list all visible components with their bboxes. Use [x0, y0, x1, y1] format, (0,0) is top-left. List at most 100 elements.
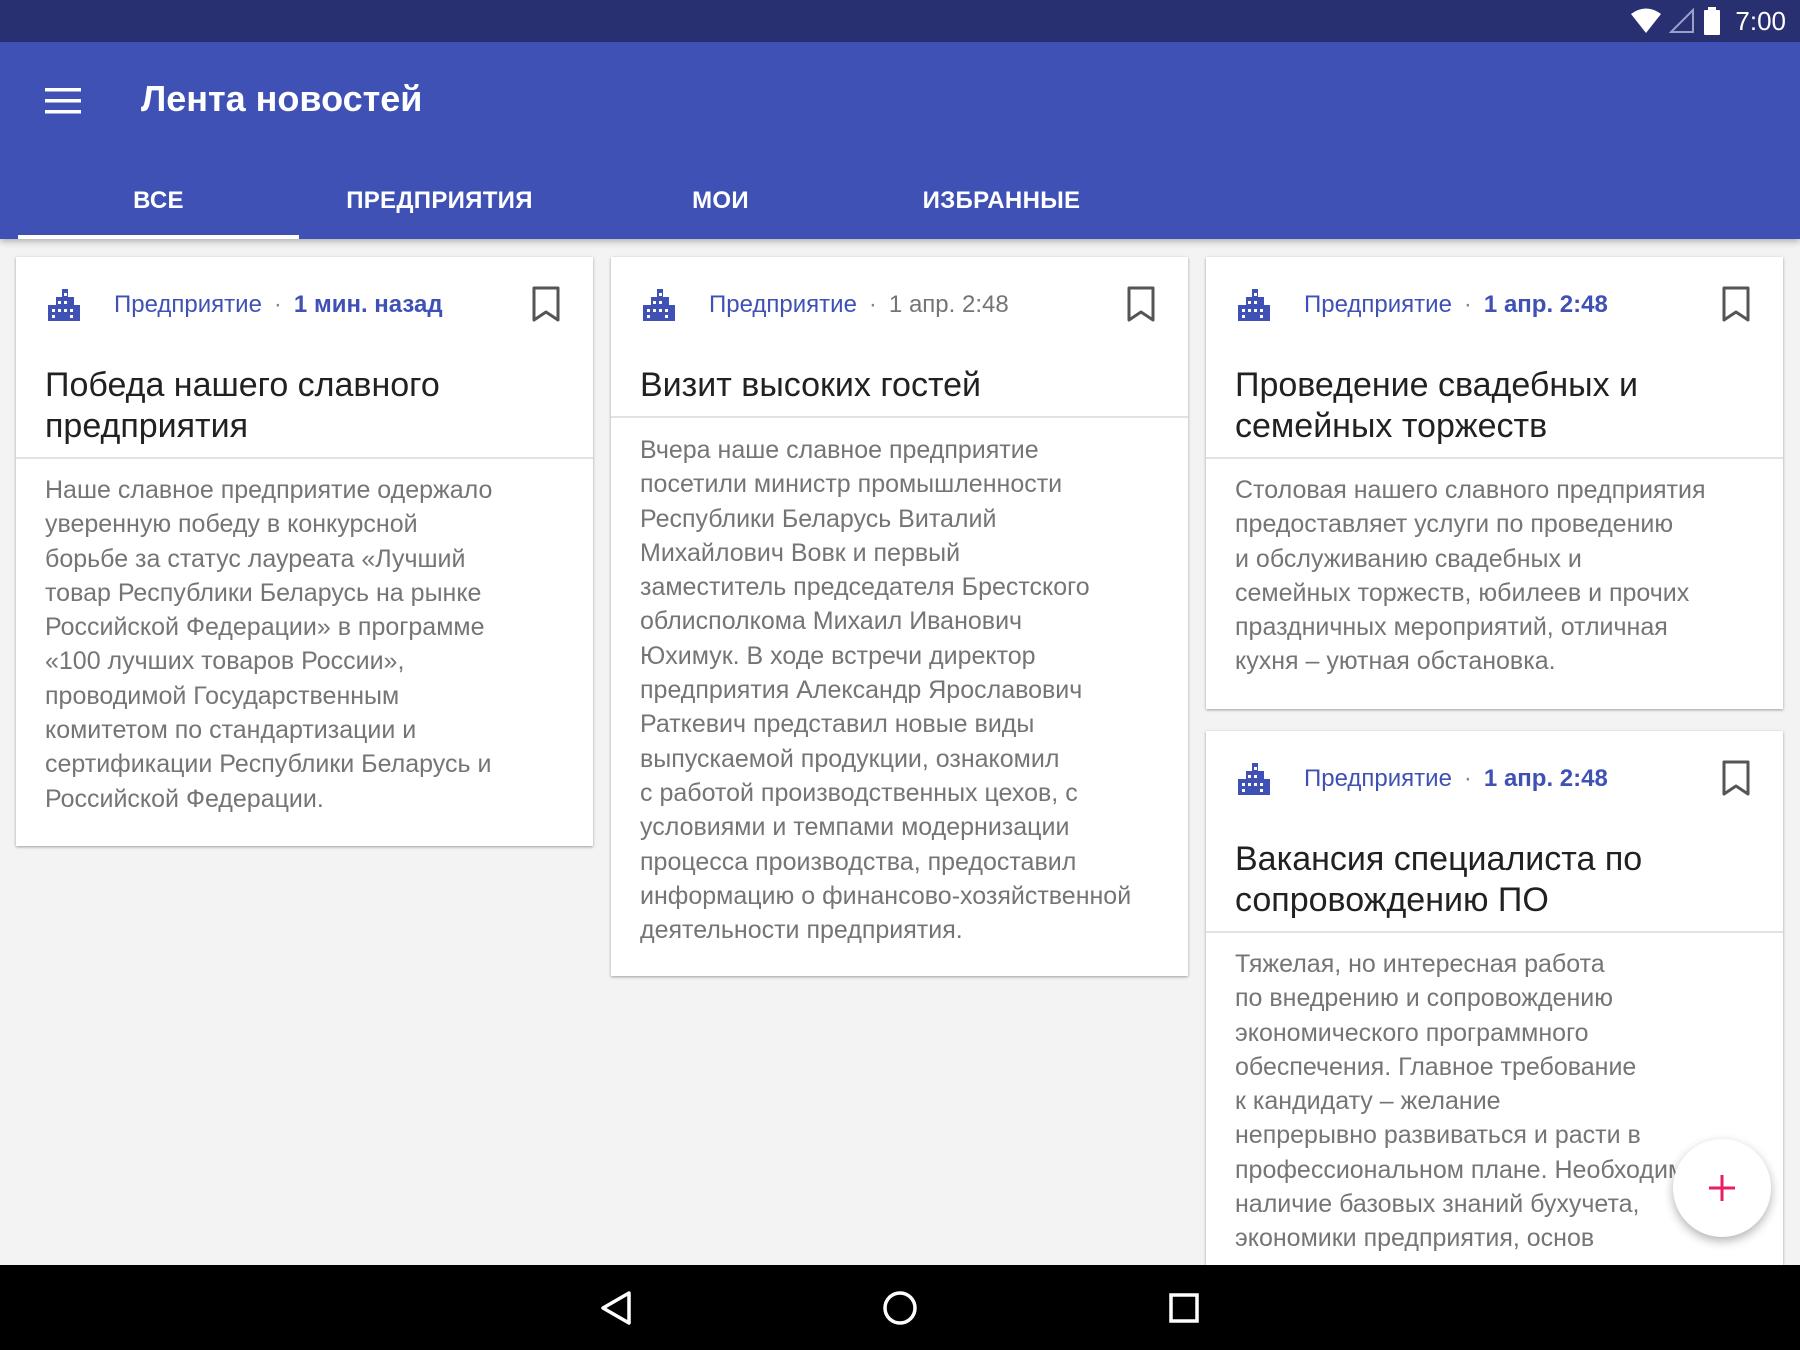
body-line: товар Республики Беларусь на рынке — [45, 578, 482, 607]
status-icons: 7:00 — [1631, 6, 1786, 36]
card-meta: Предприятие · 1 мин. назад — [114, 291, 443, 319]
card-category[interactable]: Предприятие — [1304, 291, 1452, 318]
meta-separator: · — [868, 291, 877, 318]
battery-icon — [1704, 7, 1721, 35]
meta-separator: · — [1463, 765, 1472, 792]
body-line: предоставляет услуги по проведению — [1235, 510, 1674, 539]
body-line: праздничных мероприятий, отличная — [1235, 613, 1668, 642]
news-card[interactable]: Предприятие · 1 мин. назад Победа нашего с… — [16, 257, 593, 846]
recents-icon — [1169, 1293, 1199, 1323]
body-line: информацию о финансово-хозяйственной — [640, 881, 1132, 910]
tab-bar: ВСЕ ПРЕДПРИЯТИЯ МОИ ИЗБРАННЫЕ — [18, 162, 1142, 239]
card-title-line: сопровождению ПО — [1235, 881, 1549, 919]
recents-button[interactable] — [1161, 1285, 1207, 1331]
home-button[interactable] — [877, 1285, 923, 1331]
body-line: Вчера наше славное предприятие — [640, 436, 1039, 464]
menu-icon — [45, 88, 81, 114]
status-bar: 7:00 — [0, 0, 1800, 42]
body-line: Российской Федерации» в программе — [45, 613, 485, 642]
card-meta: Предприятие · 1 апр. 2:48 — [709, 291, 1009, 319]
body-line: деятельности предприятия. — [640, 916, 963, 945]
card-time: 1 апр. 2:48 — [888, 291, 1009, 318]
card-header: Предприятие · 1 мин. назад — [16, 257, 593, 357]
body-line: с работой производственных цехов, с — [640, 778, 1078, 807]
news-card[interactable]: Предприятие · 1 апр. 2:48 Проведение сваде… — [1206, 257, 1783, 709]
body-line: Михайлович Вовк и первый — [640, 538, 961, 567]
body-line: проводимой Государственным — [45, 681, 400, 710]
body-line: облисполкома Михаил Иванович — [640, 607, 1023, 636]
card-body: Наше славное предприятие одержало уверен… — [45, 473, 492, 816]
body-line: Республики Беларусь Виталий — [640, 504, 997, 533]
body-line: выпускаемой продукции, ознакомил — [640, 744, 1060, 773]
card-category[interactable]: Предприятие — [114, 291, 262, 318]
body-line: Тяжелая, но интересная работа — [1235, 950, 1605, 978]
tab-favorites[interactable]: ИЗБРАННЫЕ — [861, 162, 1142, 239]
body-line: предприятия Александр Ярославович — [640, 676, 1083, 705]
clock: 7:00 — [1735, 5, 1786, 36]
tab-all[interactable]: ВСЕ — [18, 162, 299, 239]
card-meta: Предприятие · 1 апр. 2:48 — [1304, 291, 1608, 319]
home-icon — [883, 1291, 917, 1325]
card-category[interactable]: Предприятие — [1304, 765, 1452, 792]
card-body: Столовая нашего славного предприятия пре… — [1235, 473, 1706, 679]
body-line: экономического программного — [1235, 1018, 1589, 1047]
body-line: посетили министр промышленности — [640, 470, 1063, 499]
card-title-line: Визит высоких гостей — [640, 366, 982, 404]
body-line: кухня – уютная обстановка. — [1235, 647, 1556, 676]
divider — [16, 457, 593, 459]
card-time: 1 апр. 2:48 — [1483, 765, 1608, 792]
card-body: Тяжелая, но интересная работа по внедрен… — [1235, 947, 1699, 1256]
app-bar: Лента новостей ВСЕ ПРЕДПРИЯТИЯ МОИ ИЗБРА… — [0, 42, 1800, 239]
card-title-line: Вакансия специалиста по — [1235, 840, 1643, 878]
body-line: Столовая нашего славного предприятия — [1235, 476, 1706, 504]
building-icon — [1238, 763, 1270, 795]
card-title: Визит высоких гостей — [640, 365, 981, 406]
meta-separator: · — [1463, 291, 1472, 318]
card-title-line: Проведение свадебных и — [1235, 366, 1639, 404]
divider — [1206, 457, 1783, 459]
card-header: Предприятие · 1 апр. 2:48 — [611, 257, 1188, 357]
building-icon — [1238, 289, 1270, 321]
body-line: наличие базовых знаний бухучета, — [1235, 1190, 1640, 1219]
body-line: обеспечения. Главное требование — [1235, 1052, 1637, 1081]
body-line: непрерывно развиваться и расти в — [1235, 1121, 1641, 1150]
bookmark-icon[interactable] — [1719, 285, 1753, 323]
menu-button[interactable] — [42, 80, 84, 122]
bookmark-icon[interactable] — [529, 285, 563, 323]
body-line: «100 лучших товаров России», — [45, 647, 405, 676]
body-line: комитетом по стандартизации и — [45, 716, 417, 745]
back-icon — [601, 1291, 631, 1325]
plus-icon — [1709, 1175, 1735, 1201]
body-line: экономики предприятия, основ — [1235, 1224, 1595, 1253]
card-time: 1 мин. назад — [293, 291, 443, 318]
building-icon — [48, 289, 80, 321]
body-line: заместитель председателя Брестского — [640, 573, 1090, 602]
body-line: Юхимук. В ходе встречи директор — [640, 641, 1036, 670]
card-title: Вакансия специалиста по сопровождению ПО — [1235, 839, 1642, 921]
bookmark-icon[interactable] — [1719, 759, 1753, 797]
wifi-icon — [1631, 8, 1662, 33]
divider — [1206, 931, 1783, 933]
body-line: профессиональном плане. Необходимо — [1235, 1155, 1700, 1184]
body-line: и обслуживанию свадебных и — [1235, 544, 1582, 573]
body-line: Раткевич представил новые виды — [640, 710, 1035, 739]
card-header: Предприятие · 1 апр. 2:48 — [1206, 257, 1783, 357]
body-line: по внедрению и сопровождению — [1235, 984, 1613, 1013]
navigation-bar — [0, 1265, 1800, 1350]
back-button[interactable] — [593, 1285, 639, 1331]
page-title: Лента новостей — [141, 78, 423, 119]
body-line: сертификации Республики Беларусь и — [45, 750, 492, 779]
add-button[interactable] — [1673, 1139, 1771, 1237]
divider — [611, 416, 1188, 418]
card-category[interactable]: Предприятие — [709, 291, 857, 318]
body-line: условиями и темпами модернизации — [640, 813, 1070, 842]
signal-icon — [1669, 8, 1695, 33]
card-meta: Предприятие · 1 апр. 2:48 — [1304, 765, 1608, 793]
tab-mine[interactable]: МОИ — [580, 162, 861, 239]
body-line: процесса производства, предоставил — [640, 847, 1077, 876]
body-line: уверенную победу в конкурсной — [45, 510, 418, 539]
bookmark-icon[interactable] — [1124, 285, 1158, 323]
tab-enterprises[interactable]: ПРЕДПРИЯТИЯ — [299, 162, 580, 239]
news-card[interactable]: Предприятие · 1 апр. 2:48 Визит высоких го… — [611, 257, 1188, 976]
body-line: к кандидату – желание — [1235, 1087, 1501, 1116]
